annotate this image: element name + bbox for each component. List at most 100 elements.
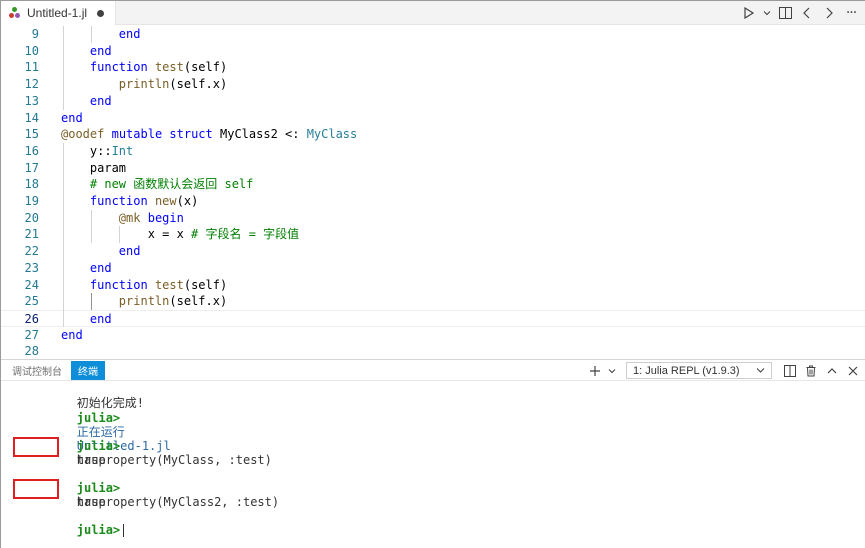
chevron-up-icon[interactable] [823, 362, 841, 380]
line-number: 16 [24, 143, 39, 158]
chevron-down-icon[interactable] [607, 362, 617, 380]
tab-debug-console[interactable]: 调试控制台 [5, 361, 69, 380]
indent-guide [91, 293, 92, 310]
code-line[interactable]: 21 x = x # 字段名 = 字段值 [1, 226, 865, 243]
code-token: function [89, 60, 148, 75]
code-token: function [89, 277, 148, 292]
trash-icon[interactable] [802, 362, 820, 380]
julia-prompt: julia> [76, 523, 121, 537]
code-line[interactable]: 25 println(self.x) [1, 293, 865, 310]
code-line[interactable]: 24 function test(self) [1, 277, 865, 294]
code-line[interactable]: 28 [1, 343, 865, 360]
line-number: 10 [24, 43, 39, 58]
line-number: 14 [24, 110, 39, 125]
code-editor[interactable]: 9 end 10 end 11 function test(self) 12 prin… [1, 25, 865, 359]
code-line[interactable]: 15 @oodef mutable struct MyClass2 <: MyCl… [1, 126, 865, 143]
line-number: 26 [24, 311, 39, 326]
code-line[interactable]: 22 end [1, 243, 865, 260]
code-line[interactable]: 19 function new(x) [1, 193, 865, 210]
indent-guide [63, 26, 64, 110]
close-icon[interactable] [844, 362, 862, 380]
code-text: end [61, 243, 141, 260]
editor-tab-untitled[interactable]: Untitled-1.jl [1, 1, 116, 25]
code-text: end [61, 327, 83, 344]
code-text: println(self.x) [61, 76, 227, 93]
split-editor-icon[interactable] [776, 4, 794, 22]
code-token: println [118, 294, 170, 309]
terminal-line: 初始化完成! [19, 382, 144, 410]
line-number: 22 [24, 244, 39, 259]
code-line[interactable]: 18 # new 函数默认会返回 self [1, 176, 865, 193]
navigate-back-icon[interactable] [798, 4, 816, 22]
tab-filename: Untitled-1.jl [27, 6, 88, 20]
julia-prompt: julia> [76, 411, 121, 425]
code-token: end [118, 27, 141, 41]
code-token: # 字段名 = 字段值 [191, 227, 300, 242]
highlight-box [13, 479, 59, 499]
code-token: end [61, 110, 83, 125]
line-number: 11 [24, 60, 39, 75]
tab-terminal[interactable]: 终端 [71, 361, 105, 380]
code-text: end [61, 93, 112, 110]
code-text: println(self.x) [61, 293, 227, 310]
code-text: end [61, 260, 112, 277]
code-token: x = x [61, 227, 192, 242]
code-line[interactable]: 27 end [1, 327, 865, 344]
run-icon[interactable] [740, 4, 758, 22]
chevron-down-icon[interactable] [762, 4, 772, 22]
code-line[interactable]: 23 end [1, 260, 865, 277]
more-actions-icon[interactable]: ··· [842, 4, 860, 22]
plus-icon[interactable] [586, 362, 604, 380]
terminal-line: julia> 正在运行 Untitled-1.jl [19, 397, 171, 453]
code-token: println [118, 77, 170, 92]
code-line[interactable]: 16 y::Int [1, 143, 865, 160]
unsaved-dot-icon[interactable] [97, 9, 105, 17]
code-line[interactable]: 13 end [1, 93, 865, 110]
code-line[interactable]: 17 param [1, 160, 865, 177]
code-token: (x) [176, 194, 199, 208]
code-token: end [89, 43, 112, 58]
indent-guide [63, 142, 64, 327]
code-text: @oodef mutable struct MyClass2 <: MyClas… [61, 126, 357, 143]
code-token: param [61, 160, 127, 175]
code-line[interactable]: 9 end [1, 26, 865, 43]
navigate-forward-icon[interactable] [820, 4, 838, 22]
line-number: 24 [24, 277, 39, 292]
code-line[interactable]: 12 println(self.x) [1, 76, 865, 93]
line-number: 17 [24, 160, 39, 175]
code-token: @oodef [61, 127, 105, 142]
code-token: end [118, 244, 141, 259]
window-frame: Untitled-1.jl ··· 9 end 10 end 11 functi… [0, 0, 865, 548]
split-terminal-icon[interactable] [781, 362, 799, 380]
line-number: 18 [24, 177, 39, 192]
code-token: @mk [118, 210, 141, 225]
output-value: true [76, 453, 106, 467]
code-token: (self) [183, 277, 228, 292]
code-line[interactable]: 11 function test(self) [1, 59, 865, 76]
code-line[interactable]: 10 end [1, 43, 865, 60]
code-text: function test(self) [61, 59, 227, 76]
code-token: end [61, 327, 83, 342]
code-text: end [61, 43, 112, 60]
line-number: 23 [24, 260, 39, 275]
line-number: 28 [24, 344, 39, 359]
code-token: end [89, 260, 112, 275]
code-line[interactable]: 20 @mk begin [1, 210, 865, 227]
terminal-select[interactable]: 1: Julia REPL (v1.9.3) [626, 362, 772, 379]
terminal-line: julia> [19, 509, 125, 537]
code-token: end [89, 93, 112, 108]
panel-header: 调试控制台 终端 1: Julia REPL (v1.9.3) [1, 360, 865, 381]
code-line[interactable]: 14 end [1, 110, 865, 127]
code-line[interactable]: 26 end [1, 309, 865, 327]
